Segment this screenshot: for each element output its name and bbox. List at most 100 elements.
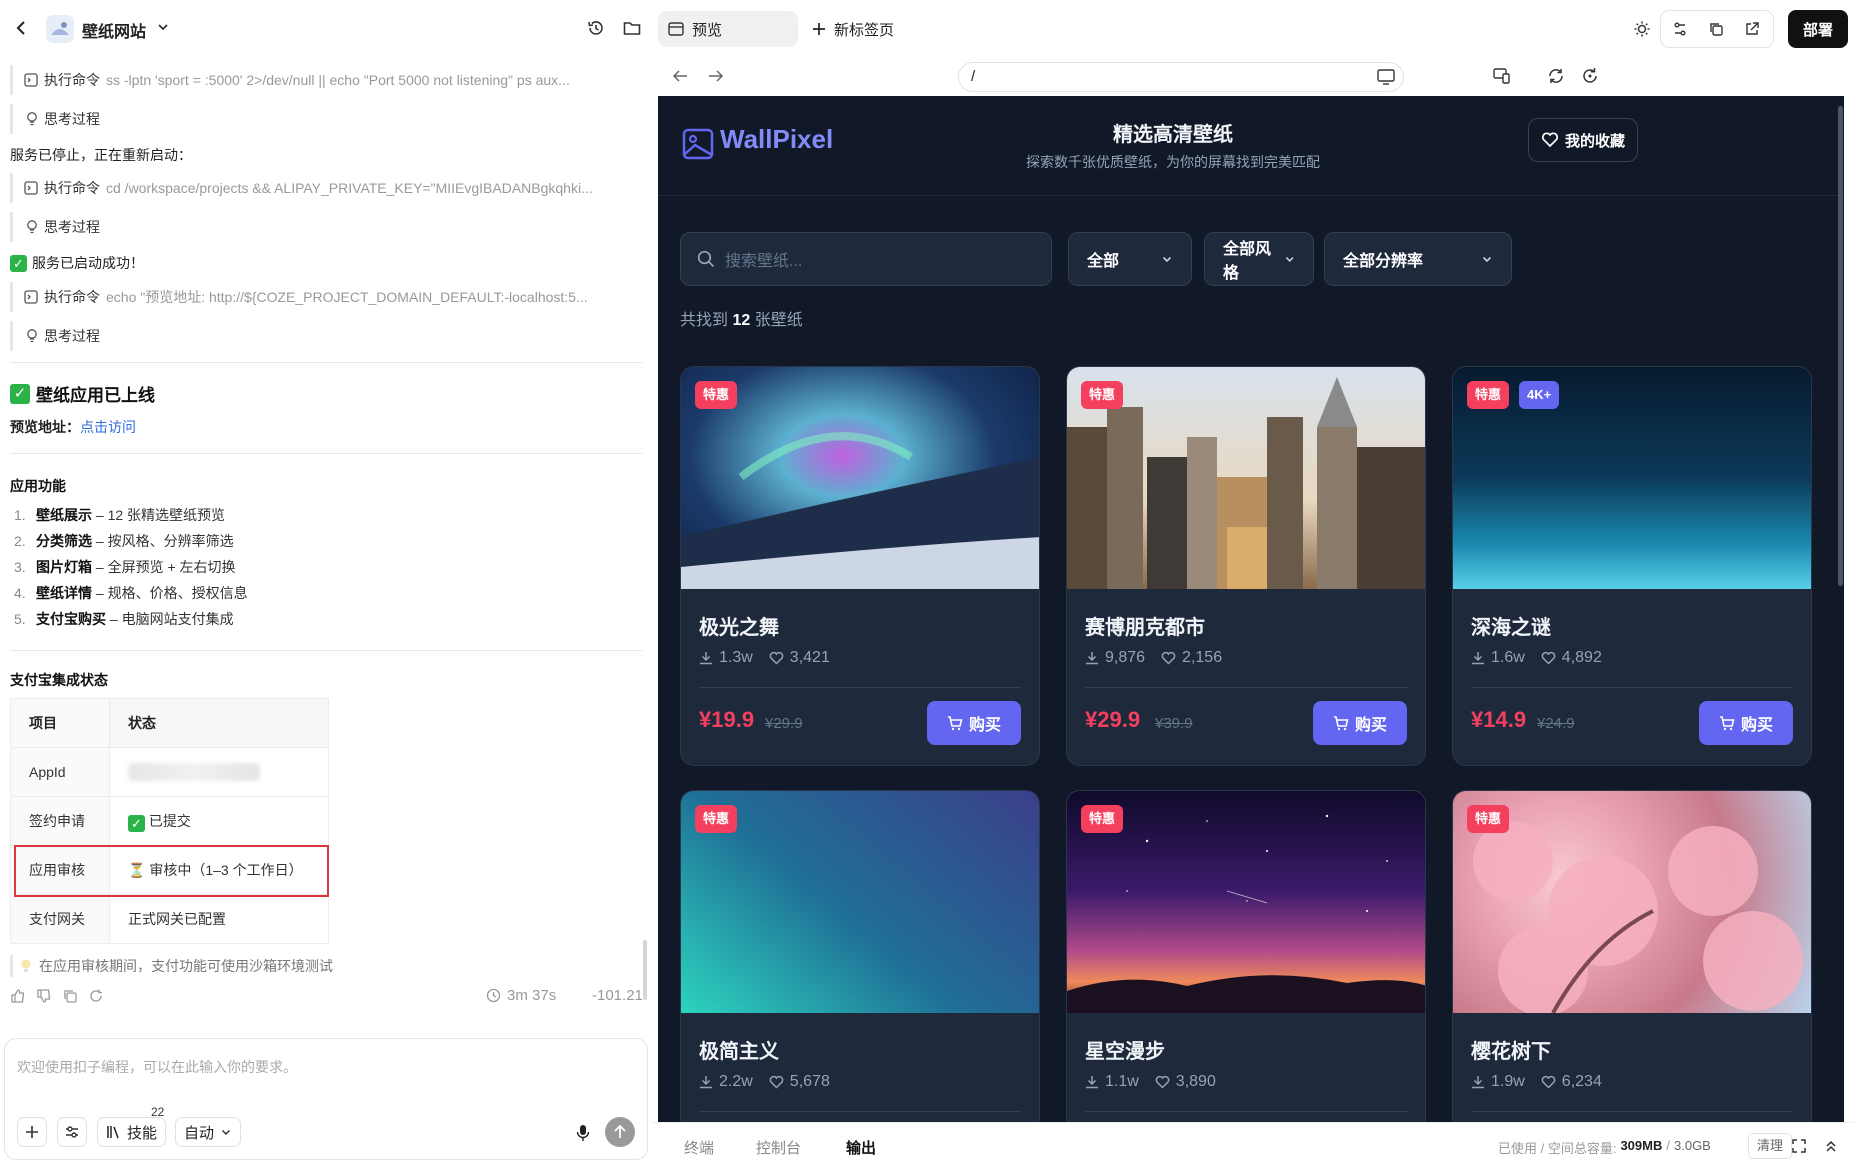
thumbs-up-icon[interactable] <box>10 988 26 1004</box>
card-stats: 1.6w 4,892 <box>1471 649 1602 667</box>
diff-button[interactable] <box>1668 17 1692 41</box>
card-title: 极光之舞 <box>699 617 779 639</box>
preview-link[interactable]: 点击访问 <box>80 419 136 435</box>
wallpaper-card[interactable]: 特惠 4K+ 深海之谜 1.6w 4,892 ¥14.9 ¥24.9 购买 <box>1452 366 1812 766</box>
chat-scrollbar[interactable] <box>643 940 647 1000</box>
duplicate-button[interactable] <box>1704 17 1728 41</box>
copy-icon[interactable] <box>62 988 78 1004</box>
search-box[interactable]: 搜索壁纸... <box>680 232 1052 286</box>
wallpaper-card[interactable]: 特惠 极简主义 2.2w 5,678 <box>680 790 1040 1122</box>
screen-cast-icon[interactable] <box>1377 69 1395 85</box>
log-cmd-2[interactable]: 执行命令 cd /workspace/projects && ALIPAY_PR… <box>10 173 620 203</box>
settings-button[interactable] <box>57 1117 87 1147</box>
responsive-button[interactable] <box>1490 64 1514 88</box>
clean-button[interactable]: 清理 <box>1748 1133 1793 1159</box>
tab-bar: 预览 新标签页 部署 <box>652 0 1854 56</box>
wallpaper-card[interactable]: 特惠 星空漫步 1.1w 3,890 <box>1066 790 1426 1122</box>
deploy-button[interactable]: 部署 <box>1788 10 1848 48</box>
wallpaper-image[interactable]: 特惠 <box>1067 367 1425 589</box>
found-count: 12 <box>732 312 751 329</box>
tab-console[interactable]: 控制台 <box>756 1137 801 1158</box>
wallpaper-image[interactable]: 特惠 <box>1453 791 1811 1013</box>
chevron-down-icon <box>1285 257 1294 262</box>
reload-button[interactable] <box>1544 64 1568 88</box>
features-heading: 应用功能 <box>10 478 66 494</box>
features-list: 1. 壁纸展示 – 12 张精选壁纸预览 2. 分类筛选 – 按风格、分辨率筛选 3… <box>14 502 248 632</box>
download-count: 1.6w <box>1491 649 1525 666</box>
chevron-down-icon <box>1162 256 1172 263</box>
project-menu-chevron[interactable] <box>154 18 172 36</box>
sync-icon <box>1583 68 1597 83</box>
category-select[interactable]: 全部 <box>1068 232 1192 286</box>
wallpaper-image[interactable]: 特惠 <box>681 367 1039 589</box>
tab-terminal[interactable]: 终端 <box>684 1137 714 1158</box>
wallpaper-card[interactable]: 特惠 樱花树下 1.9w 6,234 <box>1452 790 1812 1122</box>
select-value: 全部风格 <box>1223 241 1272 282</box>
preview-scrollbar[interactable] <box>1838 106 1843 586</box>
list-item: 3. 图片灯箱 – 全屏预览 + 左右切换 <box>14 554 248 580</box>
send-button[interactable] <box>605 1117 635 1147</box>
wallpaper-card[interactable]: 特惠 极光之舞 1.3w 3,421 ¥19.9 ¥29.9 购买 <box>680 366 1040 766</box>
card-stats: 1.1w 3,890 <box>1085 1073 1216 1091</box>
search-placeholder: 搜索壁纸... <box>725 253 803 270</box>
nav-back-button[interactable] <box>668 64 692 88</box>
expand-up-icon[interactable] <box>1824 1139 1838 1153</box>
new-tab-button[interactable]: 新标签页 <box>812 11 894 47</box>
history-icon <box>588 21 603 35</box>
back-button[interactable] <box>10 16 34 40</box>
buy-button[interactable]: 购买 <box>1313 701 1407 745</box>
wallpaper-card[interactable]: 特惠 赛博朋克都市 9,876 2,156 ¥29.9 ¥39.9 购买 <box>1066 366 1426 766</box>
clock-icon <box>486 988 501 1003</box>
history-button[interactable] <box>584 16 608 40</box>
card-stats: 9,876 2,156 <box>1085 649 1222 667</box>
files-button[interactable] <box>620 16 644 40</box>
nav-forward-button[interactable] <box>704 64 728 88</box>
check-icon: ✓ <box>128 814 145 832</box>
tab-preview[interactable]: 预览 <box>658 11 798 47</box>
add-button[interactable] <box>17 1117 47 1147</box>
divider <box>10 453 642 454</box>
log-think-1[interactable]: 思考过程 <box>10 104 100 134</box>
like-count: 4,892 <box>1561 649 1602 666</box>
theme-toggle[interactable] <box>1630 17 1654 41</box>
style-select[interactable]: 全部风格 <box>1204 232 1314 286</box>
storage-sep: / <box>1666 1138 1670 1153</box>
wallpaper-image[interactable]: 特惠 <box>1067 791 1425 1013</box>
buy-button[interactable]: 购买 <box>1699 701 1793 745</box>
hard-reload-button[interactable] <box>1578 64 1602 88</box>
results-count: 共找到 12 张壁纸 <box>680 306 803 330</box>
retry-icon[interactable] <box>88 988 104 1004</box>
resolution-select[interactable]: 全部分辨率 <box>1324 232 1512 286</box>
favorites-label: 我的收藏 <box>1564 132 1625 150</box>
skills-count: 22 <box>151 1105 165 1119</box>
mode-select[interactable]: 自动 <box>175 1117 242 1147</box>
tab-output[interactable]: 输出 <box>846 1137 876 1158</box>
log-think-3[interactable]: 思考过程 <box>10 321 100 351</box>
wallpaper-image[interactable]: 特惠 4K+ <box>1453 367 1811 589</box>
open-external-button[interactable] <box>1740 17 1764 41</box>
card-divider <box>1471 1111 1793 1112</box>
wallpaper-image[interactable]: 特惠 <box>681 791 1039 1013</box>
log-cmd-1[interactable]: 执行命令 ss -lptn 'sport = :5000' 2>/dev/nul… <box>10 65 620 95</box>
voice-button[interactable] <box>571 1121 595 1145</box>
favorites-button[interactable]: 我的收藏 <box>1528 118 1638 162</box>
skills-button[interactable]: 技能 <box>97 1117 167 1147</box>
thumbs-down-icon[interactable] <box>36 988 52 1004</box>
original-price: ¥29.9 <box>765 715 803 732</box>
tab-label: 预览 <box>692 21 723 39</box>
chat-input[interactable]: 欢迎使用扣子编程，可以在此输入你的要求。 <box>17 1057 627 1077</box>
log-think-2[interactable]: 思考过程 <box>10 212 100 242</box>
log-cmd-3[interactable]: 执行命令 echo "预览地址: http://${COZE_PROJECT_D… <box>10 282 620 312</box>
download-icon <box>1472 1076 1484 1089</box>
project-name: 壁纸网站 <box>82 24 147 41</box>
card-divider <box>1085 1111 1407 1112</box>
alipay-status-table: 项目 状态 AppId 签约申请 ✓ 已提交 应用审核 ⏳ 审核中（1–3 个工作日）… <box>10 698 329 944</box>
url-bar[interactable]: / <box>958 62 1404 92</box>
buy-button[interactable]: 购买 <box>927 701 1021 745</box>
fullscreen-icon[interactable] <box>1792 1139 1806 1153</box>
skills-label: 技能 <box>127 1124 158 1142</box>
plus-icon <box>813 23 825 35</box>
log-label: 思考过程 <box>44 111 100 127</box>
bottom-panel-bar: 终端 控制台 输出 已使用 / 空间总容量: 309MB / 3.0GB 清理 <box>652 1122 1854 1170</box>
cart-icon <box>1333 716 1349 731</box>
